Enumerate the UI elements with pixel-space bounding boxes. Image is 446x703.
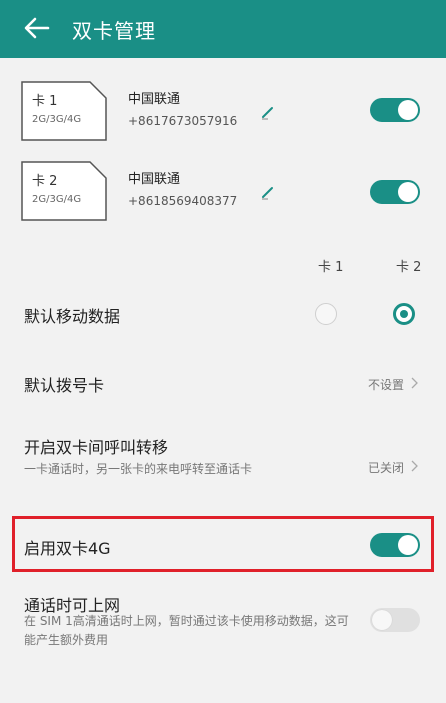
internet-during-call-desc: 在 SIM 1高清通话时上网，暂时通过该卡使用移动数据，这可能产生额外费用	[24, 614, 349, 647]
edit-icon[interactable]	[260, 104, 276, 120]
arrow-left-icon[interactable]	[22, 15, 52, 41]
dual-4g-label: 启用双卡4G	[24, 539, 111, 558]
internet-during-call-toggle[interactable]	[370, 608, 420, 632]
page-title: 双卡管理	[72, 19, 156, 43]
phone-number: +8618569408377	[128, 194, 238, 208]
call-forward-value[interactable]: 已关闭	[368, 459, 404, 476]
sim-network: 2G/3G/4G	[32, 114, 82, 125]
phone-number: +8617673057916	[128, 114, 238, 128]
sim-card-icon: 卡 2 2G/3G/4G	[20, 160, 108, 222]
column-sim2: 卡 2	[396, 260, 422, 275]
sim-row-1: 卡 1 2G/3G/4G 中国联通 +8617673057916	[0, 80, 446, 160]
sim1-toggle[interactable]	[370, 98, 420, 122]
chevron-right-icon	[411, 377, 418, 389]
call-forward-label[interactable]: 开启双卡间呼叫转移	[24, 434, 168, 458]
default-data-label: 默认移动数据	[24, 307, 121, 326]
chevron-right-icon	[411, 460, 418, 472]
sim2-toggle[interactable]	[370, 180, 420, 204]
column-sim1: 卡 1	[318, 260, 344, 275]
default-dial-value[interactable]: 不设置	[368, 376, 404, 393]
sim-label: 卡 2	[32, 174, 58, 189]
dual-4g-toggle[interactable]	[370, 533, 420, 557]
sim-network: 2G/3G/4G	[32, 194, 82, 205]
carrier-name: 中国联通	[128, 92, 181, 107]
edit-icon[interactable]	[260, 184, 276, 200]
sim-label: 卡 1	[32, 94, 58, 109]
call-forward-desc: 一卡通话时，另一张卡的来电呼转至通话卡	[24, 462, 253, 476]
carrier-name: 中国联通	[128, 172, 181, 187]
app-bar: 双卡管理	[0, 0, 446, 58]
sim-row-2: 卡 2 2G/3G/4G 中国联通 +8618569408377	[0, 160, 446, 240]
default-data-radio-sim1[interactable]	[315, 303, 337, 325]
default-dial-label[interactable]: 默认拨号卡	[24, 372, 104, 396]
sim-card-icon: 卡 1 2G/3G/4G	[20, 80, 108, 142]
default-data-radio-sim2[interactable]	[393, 303, 415, 325]
